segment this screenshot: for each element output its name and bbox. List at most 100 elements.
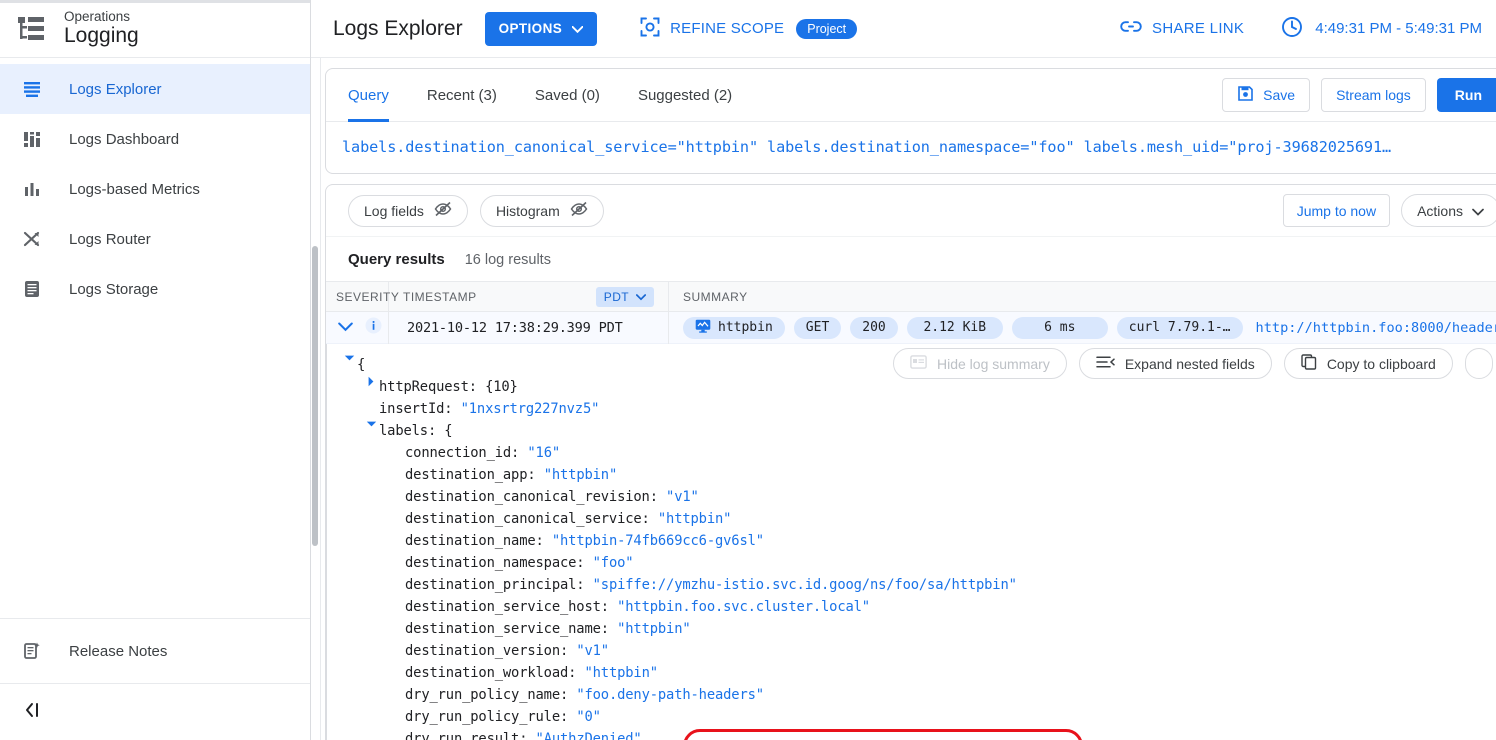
caret-down-icon[interactable] (341, 354, 357, 362)
sidebar-footer: Release Notes (0, 618, 310, 684)
summary-chip-method[interactable]: GET (794, 317, 841, 339)
log-detail-extra-button[interactable] (1465, 348, 1493, 379)
content-area: Query Recent (3) Saved (0) Suggested (2) (311, 58, 1496, 740)
clock-icon (1280, 15, 1304, 43)
sidebar: Operations Logging Logs Explorer (0, 0, 311, 740)
expand-row-chevron-icon[interactable] (338, 320, 353, 336)
summary-request-url[interactable]: http://httpbin.foo:8000/headers (1256, 320, 1496, 336)
collapse-sidebar-button[interactable] (0, 684, 310, 740)
content-scroll-track[interactable] (311, 58, 321, 740)
chevron-down-icon (572, 21, 583, 36)
results-header: Query results 16 log results (326, 237, 1496, 281)
query-input[interactable]: labels.destination_canonical_service="ht… (326, 122, 1496, 173)
json-line-text: dry_run_result: "AuthzDenied" (405, 728, 642, 740)
refine-scope-label: REFINE SCOPE (670, 20, 784, 37)
tab-label: Query (348, 87, 389, 104)
timezone-selector[interactable]: PDT (596, 287, 654, 307)
eye-off-icon (570, 201, 588, 220)
results-table-header: SEVERITY TIMESTAMP PDT SUMMARY (326, 281, 1496, 312)
actions-menu-button[interactable]: Actions (1401, 194, 1496, 227)
json-line: labels: { (341, 420, 1496, 442)
monitor-icon (695, 319, 711, 337)
options-button[interactable]: OPTIONS (485, 12, 598, 46)
timezone-label: PDT (604, 290, 629, 304)
link-icon (1120, 19, 1142, 38)
sidebar-item-logs-storage[interactable]: Logs Storage (0, 264, 310, 314)
router-shuffle-icon (20, 227, 44, 251)
json-line: httpRequest: {10} (341, 376, 1496, 398)
row-severity-cell (326, 312, 389, 344)
share-link-button[interactable]: SHARE LINK (1120, 19, 1244, 38)
sidebar-nav: Logs Explorer Logs Dashboard (0, 58, 310, 618)
log-entry-json[interactable]: {httpRequest: {10}insertId: "1nxsrtrg227… (327, 354, 1496, 740)
scrollbar-thumb[interactable] (312, 246, 318, 546)
json-line-text: dry_run_policy_rule: "0" (405, 706, 601, 728)
save-query-button[interactable]: Save (1222, 78, 1310, 112)
table-row[interactable]: 2021-10-12 17:38:29.399 PDT (326, 312, 1496, 344)
expand-nested-fields-button[interactable]: Expand nested fields (1079, 348, 1272, 379)
run-query-button[interactable]: Run (1437, 78, 1496, 112)
query-tabs-row: Query Recent (3) Saved (0) Suggested (2) (326, 69, 1496, 122)
severity-info-icon (365, 317, 382, 338)
summary-chip-status[interactable]: 200 (850, 317, 897, 339)
sidebar-item-release-notes[interactable]: Release Notes (0, 619, 310, 683)
product-brand[interactable]: Operations Logging (0, 0, 310, 58)
summary-chip-service[interactable]: httpbin (683, 317, 785, 339)
page-title: Logs Explorer (333, 17, 463, 41)
sidebar-item-logs-dashboard[interactable]: Logs Dashboard (0, 114, 310, 164)
options-button-label: OPTIONS (499, 21, 563, 36)
summary-chip-size[interactable]: 2.12 KiB (907, 317, 1003, 339)
chevron-down-icon (636, 290, 646, 304)
tab-suggested[interactable]: Suggested (2) (638, 69, 732, 122)
sidebar-item-label: Logs Router (69, 231, 151, 248)
save-icon (1237, 85, 1254, 105)
log-fields-toggle[interactable]: Log fields (348, 195, 468, 227)
sidebar-item-label: Logs-based Metrics (69, 181, 200, 198)
json-line: destination_canonical_revision: "v1" (341, 486, 1496, 508)
scope-chip[interactable]: Project (796, 19, 857, 39)
histogram-toggle[interactable]: Histogram (480, 195, 604, 227)
sidebar-item-logs-router[interactable]: Logs Router (0, 214, 310, 264)
row-summary-cell: httpbin GET 200 2.12 KiB 6 ms curl 7.79.… (669, 317, 1496, 339)
column-header-summary: SUMMARY (669, 281, 1496, 312)
hide-log-summary-button[interactable]: Hide log summary (893, 348, 1067, 379)
json-line-text: destination_canonical_service: "httpbin" (405, 508, 731, 530)
json-line: destination_name: "httpbin-74fb669cc6-gv… (341, 530, 1496, 552)
jump-to-now-button[interactable]: Jump to now (1283, 194, 1390, 227)
actions-label: Actions (1417, 203, 1463, 219)
tab-query[interactable]: Query (348, 69, 389, 122)
storage-document-icon (20, 277, 44, 301)
stream-logs-button[interactable]: Stream logs (1321, 78, 1426, 112)
collapse-panel-icon (22, 700, 42, 725)
product-name-label: Logging (64, 25, 139, 47)
release-notes-icon (20, 639, 44, 663)
log-entry-detail: Hide log summary Ex (326, 344, 1496, 740)
caret-right-icon[interactable] (363, 376, 379, 387)
json-line: dry_run_result: "AuthzDenied" (341, 728, 1496, 740)
time-range-picker[interactable]: 4:49:31 PM - 5:49:31 PM (1280, 15, 1482, 43)
stream-logs-label: Stream logs (1336, 87, 1411, 103)
sidebar-item-logs-explorer[interactable]: Logs Explorer (0, 64, 310, 114)
copy-to-clipboard-button[interactable]: Copy to clipboard (1284, 348, 1453, 379)
copy-to-clipboard-label: Copy to clipboard (1327, 356, 1436, 372)
tab-recent[interactable]: Recent (3) (427, 69, 497, 122)
sidebar-item-label: Release Notes (69, 643, 167, 660)
run-button-label: Run (1455, 87, 1482, 103)
content-scrollbar[interactable] (312, 58, 318, 740)
logs-explorer-icon (20, 77, 44, 101)
json-line: destination_namespace: "foo" (341, 552, 1496, 574)
bar-chart-icon (20, 177, 44, 201)
tab-saved[interactable]: Saved (0) (535, 69, 600, 122)
json-line: destination_canonical_service: "httpbin" (341, 508, 1496, 530)
summary-chip-latency[interactable]: 6 ms (1012, 317, 1108, 339)
sidebar-item-label: Logs Storage (69, 281, 158, 298)
json-line-text: dry_run_policy_name: "foo.deny-path-head… (405, 684, 764, 706)
json-line: destination_service_name: "httpbin" (341, 618, 1496, 640)
eye-off-icon (434, 201, 452, 220)
json-line-text: destination_version: "v1" (405, 640, 609, 662)
summary-chip-user-agent[interactable]: curl 7.79.1-… (1117, 317, 1243, 339)
refine-scope-button[interactable]: REFINE SCOPE (639, 16, 784, 42)
tab-label: Suggested (2) (638, 87, 732, 104)
sidebar-item-logs-based-metrics[interactable]: Logs-based Metrics (0, 164, 310, 214)
caret-down-icon[interactable] (363, 420, 379, 428)
